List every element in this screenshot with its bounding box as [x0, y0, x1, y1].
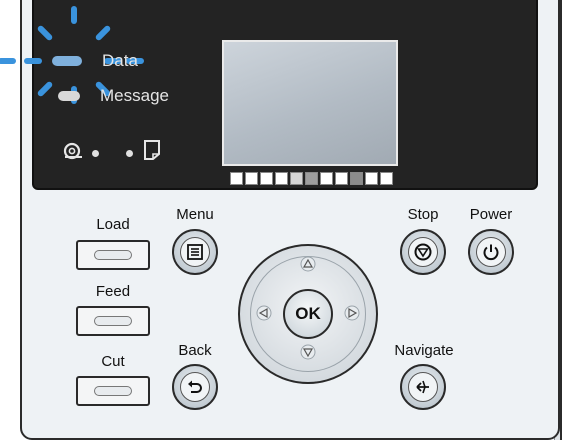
cut-button[interactable]	[76, 376, 150, 406]
ink-level-segment	[380, 172, 393, 185]
up-arrow-button[interactable]	[300, 256, 316, 272]
ink-level-segment	[305, 172, 318, 185]
return-arrow-icon	[188, 380, 202, 393]
ink-level-segment	[290, 172, 303, 185]
blink-ray	[24, 58, 42, 64]
menu-button[interactable]	[172, 229, 218, 275]
load-button[interactable]	[76, 240, 150, 270]
message-lamp	[58, 91, 80, 101]
ink-roll-icon	[62, 140, 86, 162]
ink-level-segment	[230, 172, 243, 185]
button-slot	[94, 250, 132, 260]
data-lamp	[52, 56, 82, 66]
lcd-display	[222, 40, 398, 166]
message-lamp-label: Message	[100, 86, 169, 105]
feed-button[interactable]	[76, 306, 150, 336]
navigate-label: Navigate	[394, 342, 454, 359]
right-arrow-button[interactable]	[344, 305, 360, 321]
paper-icon	[142, 138, 162, 162]
ink-level-segment	[350, 172, 363, 185]
back-button[interactable]	[172, 364, 218, 410]
navigate-button[interactable]	[400, 364, 446, 410]
ink-level-segment	[320, 172, 333, 185]
menu-label: Menu	[176, 206, 214, 223]
cut-label: Cut	[101, 353, 125, 370]
triangle-right-icon	[344, 305, 360, 321]
power-label: Power	[469, 206, 513, 223]
navigate-icon	[416, 380, 429, 394]
blink-ray	[71, 6, 77, 24]
button-slot	[94, 316, 132, 326]
stop-icon	[414, 243, 432, 261]
back-label: Back	[178, 342, 212, 359]
list-icon	[187, 244, 203, 260]
ok-button[interactable]: OK	[283, 289, 333, 339]
triangle-left-icon	[256, 305, 272, 321]
load-label: Load	[96, 216, 130, 233]
data-lamp-label: Data	[102, 51, 138, 70]
ink-level-segment	[335, 172, 348, 185]
ok-label: OK	[295, 304, 321, 323]
blink-ray	[0, 58, 16, 64]
triangle-up-icon	[300, 256, 316, 272]
printer-control-panel: Data Message Load Feed Cut Menu Back OK …	[0, 0, 578, 445]
ink-level-segment	[260, 172, 273, 185]
ink-level-segment	[245, 172, 258, 185]
left-arrow-button[interactable]	[256, 305, 272, 321]
stop-label: Stop	[407, 206, 439, 223]
button-slot	[94, 386, 132, 396]
power-button[interactable]	[468, 229, 514, 275]
stop-button[interactable]	[400, 229, 446, 275]
ink-level-segment	[365, 172, 378, 185]
sheet-status-lamp	[126, 150, 133, 157]
power-icon	[483, 244, 499, 261]
ink-level-segment	[275, 172, 288, 185]
down-arrow-button[interactable]	[300, 344, 316, 360]
roll-status-lamp	[92, 150, 99, 157]
triangle-down-icon	[300, 344, 316, 360]
feed-label: Feed	[95, 283, 131, 300]
